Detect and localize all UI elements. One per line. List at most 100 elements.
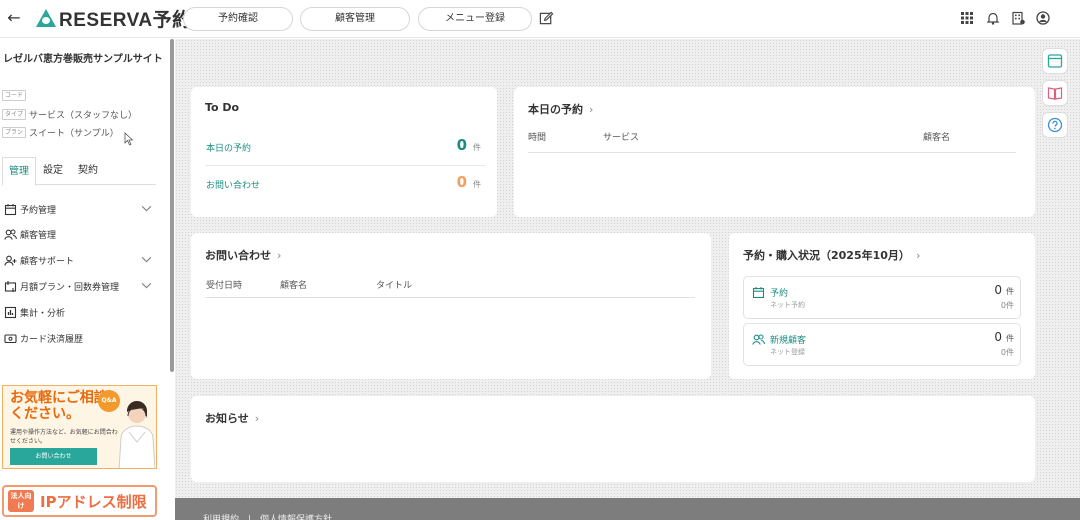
todo-card: To Do 本日の予約 0 件 お問い合わせ 0 件	[191, 87, 497, 217]
sidebar-item-customer-support[interactable]: 顧客サポート	[4, 250, 156, 270]
todo-title-text: To Do	[205, 101, 240, 114]
todo-row-reservations[interactable]: 本日の予約 0 件	[205, 129, 485, 166]
help-headset-icon	[1047, 117, 1063, 133]
nav-customer-management[interactable]: 顧客管理	[300, 7, 410, 31]
todo-unit: 件	[473, 143, 481, 152]
logo-mark-icon	[36, 9, 56, 27]
sidebar-item-label: 顧客管理	[20, 230, 57, 241]
chevron-right-icon: ›	[915, 248, 921, 262]
todo-title: To Do	[205, 101, 239, 114]
todo-count-inquiries: 0	[456, 173, 467, 191]
meta-tag-plan: プラン	[2, 127, 27, 138]
status-title-text: 予約・購入状況（2025年10月）	[743, 249, 910, 262]
footer: 利用規約 | 個人情報保護方針	[175, 498, 1080, 520]
logo-text: RESERVA予約	[59, 9, 192, 31]
status-label: 新規顧客	[770, 336, 807, 346]
status-item-new-customers[interactable]: 新規顧客 ネット登録 0 件 0件	[743, 323, 1021, 366]
nav-reservation-check[interactable]: 予約確認	[183, 7, 293, 31]
top-bar: ← RESERVA予約 予約確認 顧客管理 メニュー登録	[0, 0, 1080, 38]
card-icon	[4, 333, 17, 343]
todo-row-inquiries[interactable]: お問い合わせ 0 件	[205, 166, 485, 203]
back-arrow-icon[interactable]: ←	[6, 9, 22, 27]
help-button[interactable]	[1042, 112, 1068, 138]
inquiry-title[interactable]: お問い合わせ ›	[205, 247, 281, 263]
book-icon	[1047, 87, 1063, 100]
todo-label-inquiries: お問い合わせ	[206, 181, 261, 191]
sidebar-item-label: 集計・分析	[20, 308, 66, 319]
chevron-down-icon	[141, 282, 152, 289]
status-sub: ネット予約	[770, 301, 805, 309]
col-service: サービス	[603, 133, 640, 143]
tab-settings[interactable]: 設定	[38, 157, 68, 185]
sidebar: レゼルバ恵方巻販売サンプルサイト コード タイプ サービス（スタッフなし） プラ…	[0, 39, 172, 520]
users-icon	[752, 334, 765, 345]
today-title[interactable]: 本日の予約 ›	[528, 101, 593, 117]
meta-tag-code: コード	[2, 90, 27, 101]
status-sub-count: 0件	[1000, 301, 1014, 310]
users-icon	[4, 229, 17, 240]
news-card: お知らせ ›	[191, 396, 1035, 482]
chevron-right-icon: ›	[254, 411, 260, 425]
sidebar-item-plans[interactable]: 月額プラン・回数券管理	[4, 276, 156, 296]
news-title-text: お知らせ	[205, 412, 249, 425]
tab-management[interactable]: 管理	[2, 157, 36, 186]
inquiry-title-text: お問い合わせ	[205, 249, 271, 262]
sidebar-tabs: 管理 設定 契約	[2, 157, 156, 186]
window-icon	[1047, 54, 1063, 68]
footer-links[interactable]: 利用規約 | 個人情報保護方針	[203, 512, 332, 520]
contact-banner[interactable]: お気軽にご相談ください。 Q&A 運用や操作方法など、お気軽にお問合わせください…	[2, 385, 157, 469]
account-icon[interactable]	[1036, 11, 1050, 25]
ip-restriction-banner[interactable]: 法人向け IPアドレス制限	[2, 485, 157, 517]
user-plus-icon	[4, 255, 17, 266]
sidebar-item-reservation[interactable]: 予約管理	[4, 199, 156, 219]
building-icon[interactable]	[1011, 11, 1025, 25]
edit-icon[interactable]	[539, 11, 554, 26]
manual-button[interactable]	[1042, 80, 1068, 106]
site-name: レゼルバ恵方巻販売サンプルサイト	[3, 54, 163, 65]
calendar-icon	[4, 203, 17, 215]
status-card: 予約・購入状況（2025年10月） › 予約 ネット予約 0 件 0件 新規顧客 …	[729, 233, 1035, 379]
mouse-cursor-icon	[124, 132, 134, 146]
status-title[interactable]: 予約・購入状況（2025年10月） ›	[743, 247, 920, 263]
status-count: 0	[994, 283, 1002, 297]
chevron-down-icon	[141, 256, 152, 263]
tab-contract[interactable]: 契約	[72, 157, 104, 185]
sidebar-scrollbar[interactable]	[170, 39, 174, 372]
contact-button[interactable]: お問い合わせ	[10, 448, 97, 465]
todo-label-reservations: 本日の予約	[206, 144, 252, 154]
meta-plan: プラン スイート（サンプル）	[2, 126, 119, 139]
ip-restriction-text: IPアドレス制限	[40, 493, 147, 511]
sidebar-item-card-payments[interactable]: カード決済履歴	[4, 328, 156, 348]
bell-icon[interactable]	[986, 11, 1000, 25]
table-divider	[205, 297, 695, 298]
sidebar-item-label: カード決済履歴	[20, 334, 84, 345]
status-count: 0	[994, 330, 1002, 344]
inquiries-card: お問い合わせ › 受付日時 顧客名 タイトル	[191, 233, 711, 379]
col-received: 受付日時	[206, 281, 243, 291]
browser-window-button[interactable]	[1042, 48, 1068, 74]
corporate-badge: 法人向け	[8, 490, 34, 512]
apps-grid-icon[interactable]	[960, 11, 974, 25]
repeat-icon	[4, 280, 17, 292]
contact-banner-sub: 運用や操作方法など、お気軽にお問合わせください。	[10, 429, 118, 445]
table-divider	[528, 152, 1016, 153]
meta-tag-type: タイプ	[2, 109, 27, 120]
meta-value-plan: スイート（サンプル）	[29, 129, 119, 139]
sidebar-item-analytics[interactable]: 集計・分析	[4, 302, 156, 322]
status-unit: 件	[1006, 334, 1014, 343]
operator-illustration-icon	[118, 400, 155, 468]
nav-menu-registration[interactable]: メニュー登録	[418, 7, 532, 31]
logo[interactable]: RESERVA予約	[36, 7, 192, 31]
col-customer: 顧客名	[923, 133, 951, 143]
status-label: 予約	[770, 289, 789, 299]
today-reservations-card: 本日の予約 › 時間 サービス 顧客名	[514, 87, 1035, 217]
todo-count-reservations: 0	[456, 136, 467, 154]
sidebar-item-label: 顧客サポート	[20, 256, 75, 267]
status-unit: 件	[1006, 287, 1014, 296]
col-customer: 顧客名	[280, 281, 308, 291]
sidebar-item-customers[interactable]: 顧客管理	[4, 224, 156, 244]
news-title[interactable]: お知らせ ›	[205, 410, 259, 426]
status-sub-count: 0件	[1000, 348, 1014, 357]
chart-icon	[4, 306, 17, 318]
status-item-reservations[interactable]: 予約 ネット予約 0 件 0件	[743, 276, 1021, 319]
